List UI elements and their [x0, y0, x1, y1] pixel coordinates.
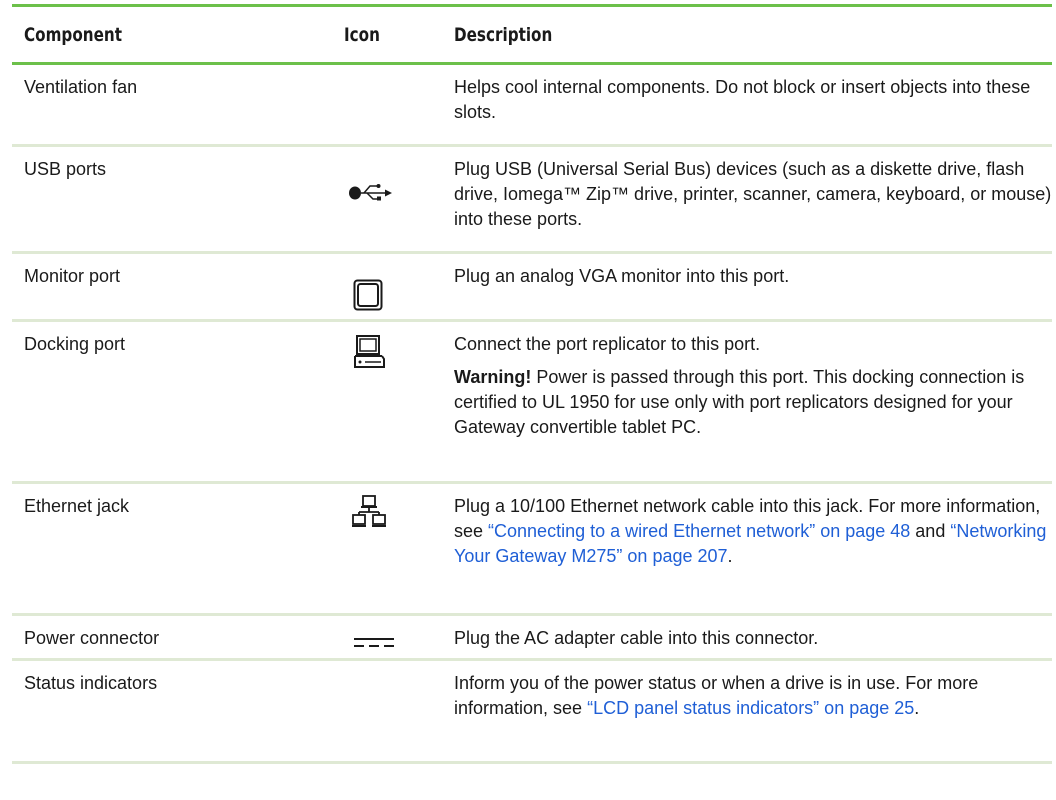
component-table: Component Icon Description Ventilation f… [12, 4, 1052, 764]
link-lcd-panel-status-indicators[interactable]: “LCD panel status indicators” on page 25 [587, 698, 914, 718]
network-icon [352, 495, 386, 527]
component-description: Helps cool internal components. Do not b… [454, 77, 1031, 122]
warning-label: Warning! [454, 367, 532, 387]
monitor-icon [353, 279, 383, 311]
table-row: Status indicators Inform you of the powe… [12, 661, 1052, 764]
table-row: Ventilation fan Helps cool internal comp… [12, 65, 1052, 147]
table-header-row: Component Icon Description [12, 7, 1052, 65]
table-row: Monitor port Plug an analog VGA monitor … [12, 254, 1052, 322]
table-row: Power connector Plug the AC adapter cabl… [12, 616, 1052, 661]
component-description: Plug a 10/100 Ethernet network cable int… [454, 496, 1047, 566]
component-description: Inform you of the power status or when a… [454, 673, 979, 718]
component-name: Ventilation fan [24, 77, 138, 97]
column-header-icon: Icon [344, 24, 380, 46]
usb-icon [349, 184, 392, 201]
column-header-component: Component [24, 24, 122, 46]
component-description: Plug the AC adapter cable into this conn… [454, 628, 819, 648]
table-row: USB ports Plug USB (Universal Serial Bus… [12, 147, 1052, 254]
component-name: Monitor port [24, 266, 121, 286]
table-row: Docking port Connect the port replicator… [12, 322, 1052, 484]
component-description: Plug an analog VGA monitor into this por… [454, 266, 790, 286]
component-name: Ethernet jack [24, 496, 130, 516]
warning-text: Power is passed through this port. This … [454, 367, 1025, 437]
component-name: USB ports [24, 159, 107, 179]
column-header-description: Description [454, 24, 553, 46]
component-description: Plug USB (Universal Serial Bus) devices … [454, 159, 1052, 229]
link-connecting-wired-ethernet[interactable]: “Connecting to a wired Ethernet network”… [488, 521, 910, 541]
dc-power-icon [354, 638, 394, 647]
component-name: Docking port [24, 334, 126, 354]
component-description: Connect the port replicator to this port… [454, 332, 1054, 440]
docking-icon [354, 335, 385, 368]
component-name: Power connector [24, 628, 160, 648]
component-name: Status indicators [24, 673, 158, 693]
warning-note: Warning! Power is passed through this po… [454, 365, 1054, 440]
table-row: Ethernet jack Plug a 10/100 Ethernet net… [12, 484, 1052, 616]
